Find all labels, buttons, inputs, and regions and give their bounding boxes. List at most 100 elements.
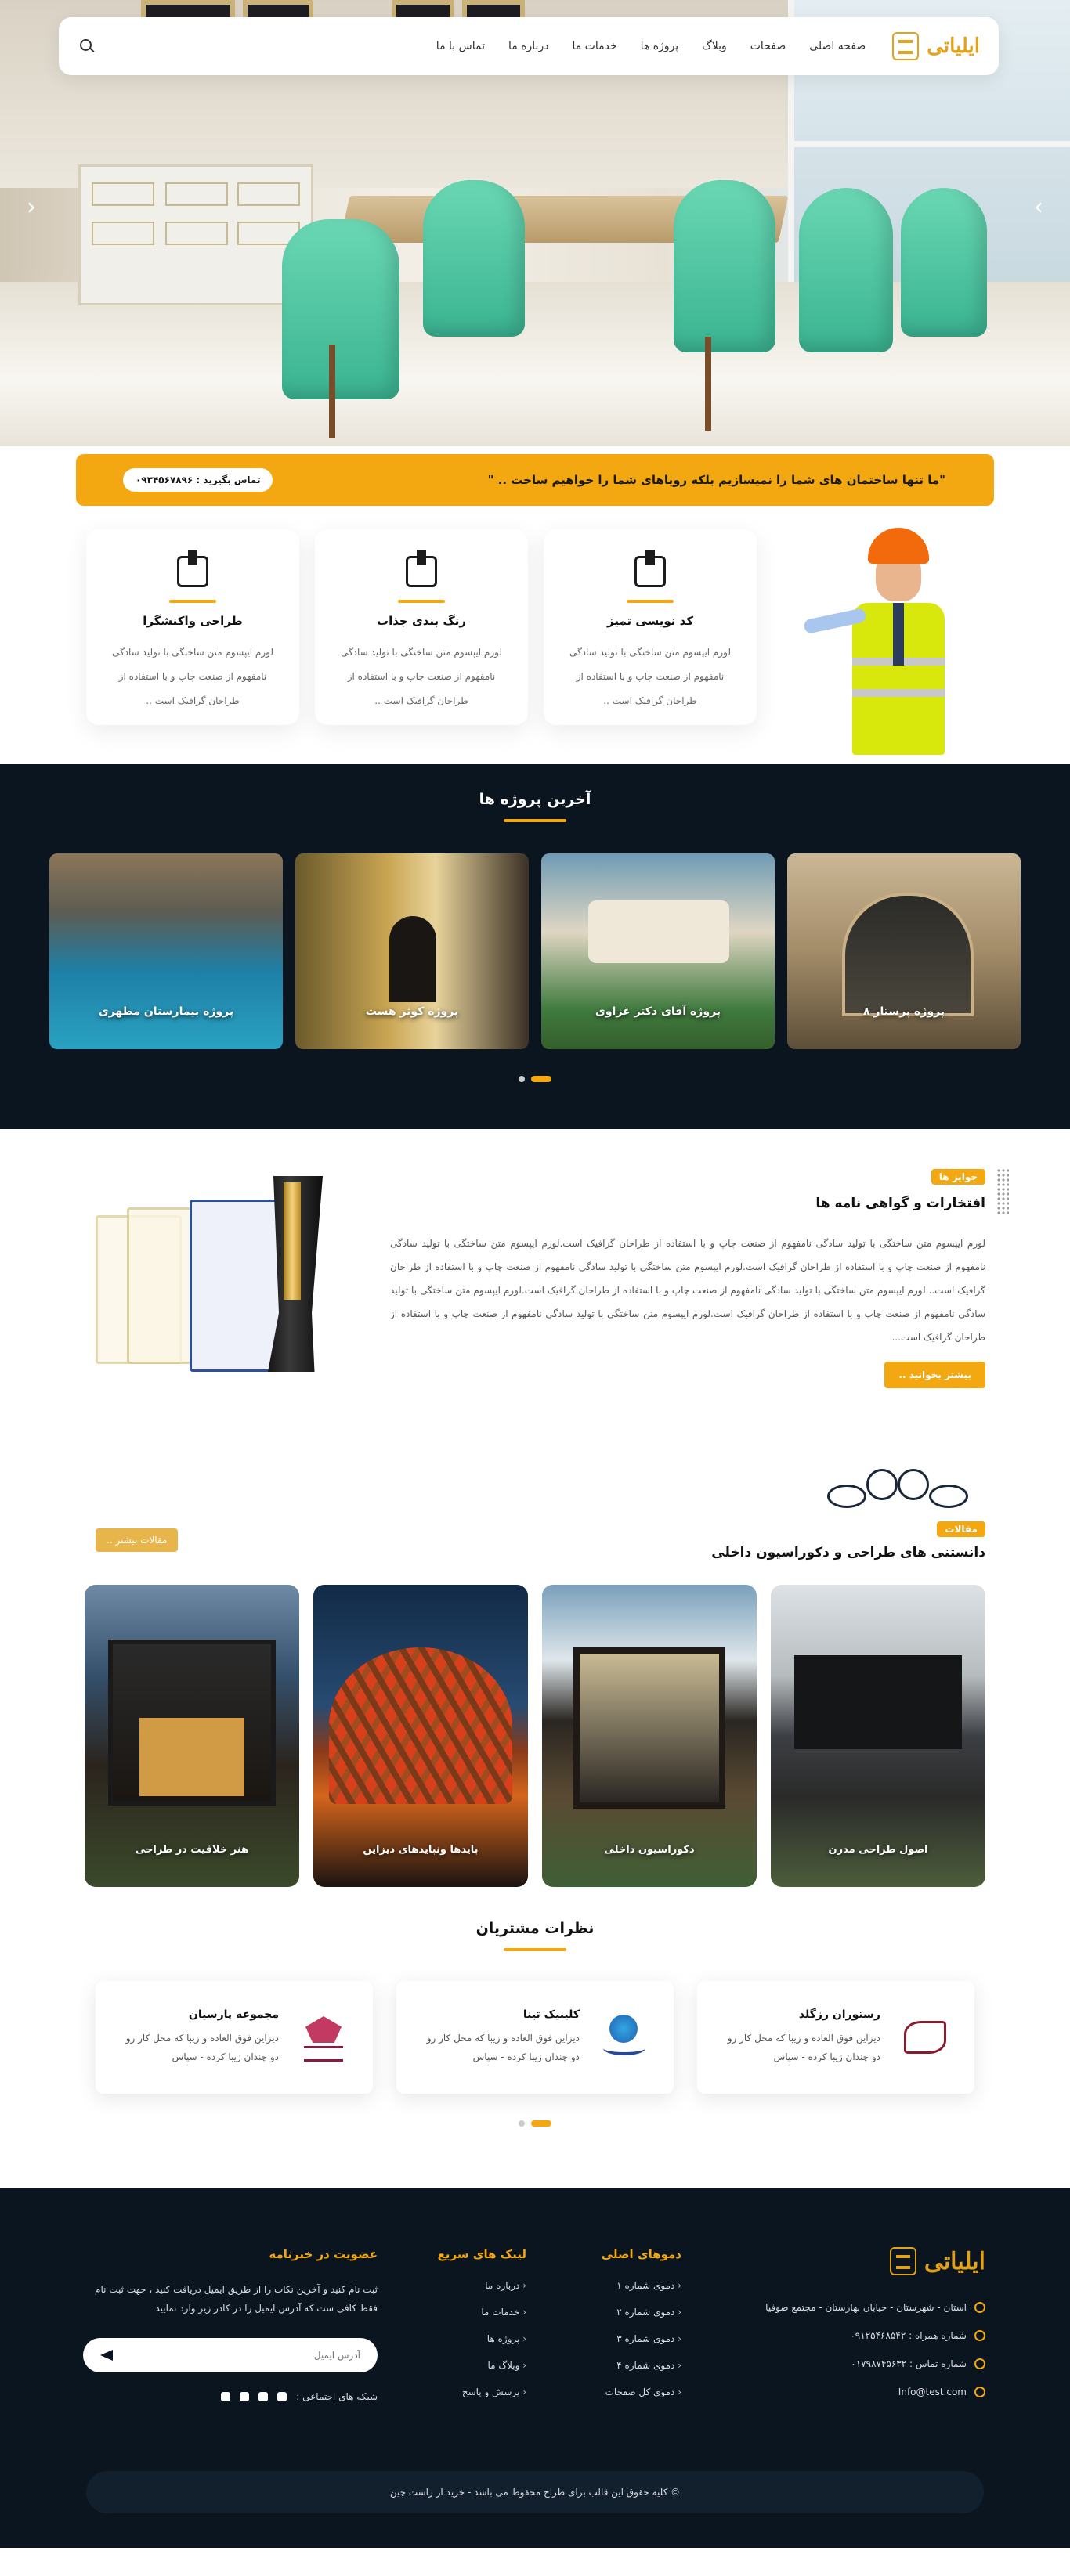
telegram-icon[interactable] — [258, 2392, 269, 2401]
carousel-dots — [0, 1076, 1070, 1082]
call-button[interactable]: تماس بگیرید : ۰۹۳۴۵۶۷۸۹۶ — [123, 468, 273, 492]
nav-item-blog[interactable]: وبلاگ — [702, 40, 727, 52]
nav-item-about[interactable]: درباره ما — [508, 40, 548, 52]
service-title: رنگ بندی جذاب — [377, 614, 466, 628]
whatsapp-icon[interactable] — [277, 2392, 287, 2401]
nav-item-home[interactable]: صفحه اصلی — [809, 40, 866, 52]
social-links: شبکه های اجتماعی : — [83, 2391, 378, 2402]
footer-link[interactable]: دموی شماره ۳ — [602, 2333, 681, 2344]
hero-chair — [674, 180, 775, 352]
articles-list: اصول طراحی مدرن دکوراسیون داخلی بایدها و… — [85, 1585, 985, 1887]
articles-title: دانستنی های طراحی و دکوراسیون داخلی — [711, 1545, 985, 1560]
testimonial-text: دیزاین فوق العاده و زیبا که محل کار رو د… — [426, 2033, 580, 2062]
mobile-icon — [974, 2330, 985, 2341]
footer-logo[interactable]: ایلیاتی — [765, 2247, 985, 2275]
footer-link[interactable]: پرسش و پاسخ — [438, 2387, 526, 2397]
read-more-button[interactable]: بیشتر بخوانید .. — [884, 1362, 985, 1388]
section-title: نظرات مشتریان — [475, 1920, 595, 1937]
articles-section: مقالات دانستنی های طراحی و دکوراسیون داخ… — [0, 1469, 1070, 1920]
project-card[interactable]: پروژه آقای دکتر غزاوی — [541, 853, 775, 1049]
client-name: مجموعه پارسیان — [188, 2008, 279, 2021]
accent-line — [398, 600, 445, 603]
nav-item-pages[interactable]: صفحات — [750, 40, 786, 52]
footer-column-title: دموهای اصلی — [601, 2247, 681, 2261]
email-text[interactable]: Info@test.com — [898, 2387, 967, 2397]
site-logo[interactable]: ایلیاتی — [892, 32, 980, 60]
send-icon[interactable] — [100, 2350, 113, 2361]
crane-icon — [171, 550, 215, 593]
carousel-dot-active[interactable] — [531, 1076, 551, 1082]
client-logo — [295, 2010, 352, 2065]
awards-section: جوایز ها افتخارات و گواهی نامه ها لورم ا… — [0, 1168, 1070, 1458]
testimonial-card[interactable]: مجموعه پارسیان دیزاین فوق العاده و زیبا … — [96, 1981, 373, 2094]
footer-link[interactable]: پروژه ها — [438, 2333, 526, 2344]
project-card[interactable]: پروژه کوثر هست — [295, 853, 529, 1049]
footer-link[interactable]: دموی شماره ۲ — [602, 2307, 681, 2318]
footer-link[interactable]: دموی شماره ۴ — [602, 2360, 681, 2371]
testimonial-text: دیزاین فوق العاده و زیبا که محل کار رو د… — [125, 2033, 279, 2062]
article-card[interactable]: اصول طراحی مدرن — [771, 1585, 985, 1887]
footer-link[interactable]: وبلاگ ما — [438, 2360, 526, 2371]
service-card[interactable]: طراحی واکنشگرا لورم ایپسوم متن ساختگی با… — [86, 529, 299, 725]
client-name: کلینیک تینا — [522, 2008, 580, 2021]
quote-bar: "ما تنها ساختمان های شما را نمیسازیم بلک… — [76, 454, 994, 506]
carousel-dot-active[interactable] — [531, 2120, 551, 2127]
footer-link[interactable]: دموی شماره ۱ — [602, 2280, 681, 2291]
more-articles-button[interactable]: مقالات بیشتر .. — [96, 1528, 179, 1552]
article-card[interactable]: بایدها ونبایدهای دیزاین — [313, 1585, 528, 1887]
site-footer: ایلیاتی استان - شهرستان - خیابان بهارستا… — [0, 2188, 1070, 2548]
email-input[interactable] — [164, 2350, 360, 2361]
hero-chair-leg — [705, 337, 711, 431]
newsletter-text: ثبت نام کنید و آخرین نکات را از طریق ایم… — [95, 2284, 378, 2314]
project-card[interactable]: پروژه پرستار ۸ — [787, 853, 1021, 1049]
certificates-image — [96, 1176, 370, 1395]
carousel-dot[interactable] — [519, 1076, 525, 1082]
footer-link[interactable]: دموی کل صفحات — [602, 2387, 681, 2397]
accent-line — [627, 600, 674, 603]
footer-link[interactable]: خدمات ما — [438, 2307, 526, 2318]
client-logo — [595, 2010, 653, 2065]
client-logo — [896, 2010, 954, 2065]
carousel-dots — [0, 2120, 1070, 2127]
footer-mobile: شماره همراه : ۰۹۱۲۵۴۶۸۵۴۲ — [765, 2330, 985, 2341]
logo-emblem-icon — [892, 32, 920, 60]
hero-chair — [423, 180, 525, 337]
footer-column-title: لینک های سریع — [437, 2247, 526, 2261]
service-cards: کد نویسی تمیز لورم ایپسوم متن ساختگی با … — [86, 529, 757, 725]
testimonial-card[interactable]: رستوران رزگلد دیزاین فوق العاده و زیبا ک… — [697, 1981, 974, 2094]
article-title: اصول طراحی مدرن — [828, 1844, 928, 1856]
nav-item-contact[interactable]: تماس با ما — [436, 40, 485, 52]
awards-text: جوایز ها افتخارات و گواهی نامه ها لورم ا… — [390, 1168, 1009, 1388]
paint-brush-icon — [399, 550, 443, 593]
service-card[interactable]: کد نویسی تمیز لورم ایپسوم متن ساختگی با … — [544, 529, 757, 725]
newsletter-form — [83, 2338, 378, 2372]
service-text: لورم ایپسوم متن ساختگی با تولید سادگی نا… — [340, 647, 503, 706]
mobile-text[interactable]: شماره همراه : ۰۹۱۲۵۴۶۸۵۴۲ — [850, 2330, 967, 2341]
section-tag: جوایز ها — [931, 1169, 985, 1185]
search-icon[interactable] — [78, 37, 96, 56]
project-card[interactable]: پروژه بیمارستان مطهری — [49, 853, 283, 1049]
slider-next-arrow-icon[interactable]: › — [1023, 192, 1054, 223]
service-text: لورم ایپسوم متن ساختگی با تولید سادگی نا… — [569, 647, 732, 706]
testimonials-carousel: رستوران رزگلد دیزاین فوق العاده و زیبا ک… — [0, 1981, 1070, 2094]
carousel-dot[interactable] — [519, 2120, 525, 2127]
dots-decoration-icon — [996, 1168, 1009, 1215]
service-card[interactable]: رنگ بندی جذاب لورم ایپسوم متن ساختگی با … — [315, 529, 528, 725]
instagram-icon[interactable] — [240, 2392, 250, 2401]
hero-cabinet — [78, 164, 313, 305]
footer-demos: دموهای اصلی دموی شماره ۱ دموی شماره ۲ دم… — [602, 2247, 681, 2413]
article-card[interactable]: هنر خلاقیت در طراحی — [85, 1585, 299, 1887]
footer-quick-links: لینک های سریع درباره ما خدمات ما پروژه ه… — [438, 2247, 526, 2413]
facebook-icon[interactable] — [221, 2392, 231, 2401]
testimonial-card[interactable]: کلینیک تینا دیزاین فوق العاده و زیبا که … — [396, 1981, 674, 2094]
footer-phone: شماره تماس : ۰۱۷۹۸۷۴۵۶۳۲ — [765, 2358, 985, 2369]
nav-item-projects[interactable]: پروژه ها — [641, 40, 679, 52]
hero-chair — [799, 188, 893, 352]
nav-item-services[interactable]: خدمات ما — [572, 40, 616, 52]
engineer-illustration — [803, 528, 945, 755]
phone-text[interactable]: شماره تماس : ۰۱۷۹۸۷۴۵۶۳۲ — [851, 2358, 967, 2369]
footer-link[interactable]: درباره ما — [438, 2280, 526, 2291]
article-card[interactable]: دکوراسیون داخلی — [542, 1585, 757, 1887]
slider-prev-arrow-icon[interactable]: ‹ — [16, 192, 47, 223]
article-title: دکوراسیون داخلی — [604, 1844, 695, 1856]
